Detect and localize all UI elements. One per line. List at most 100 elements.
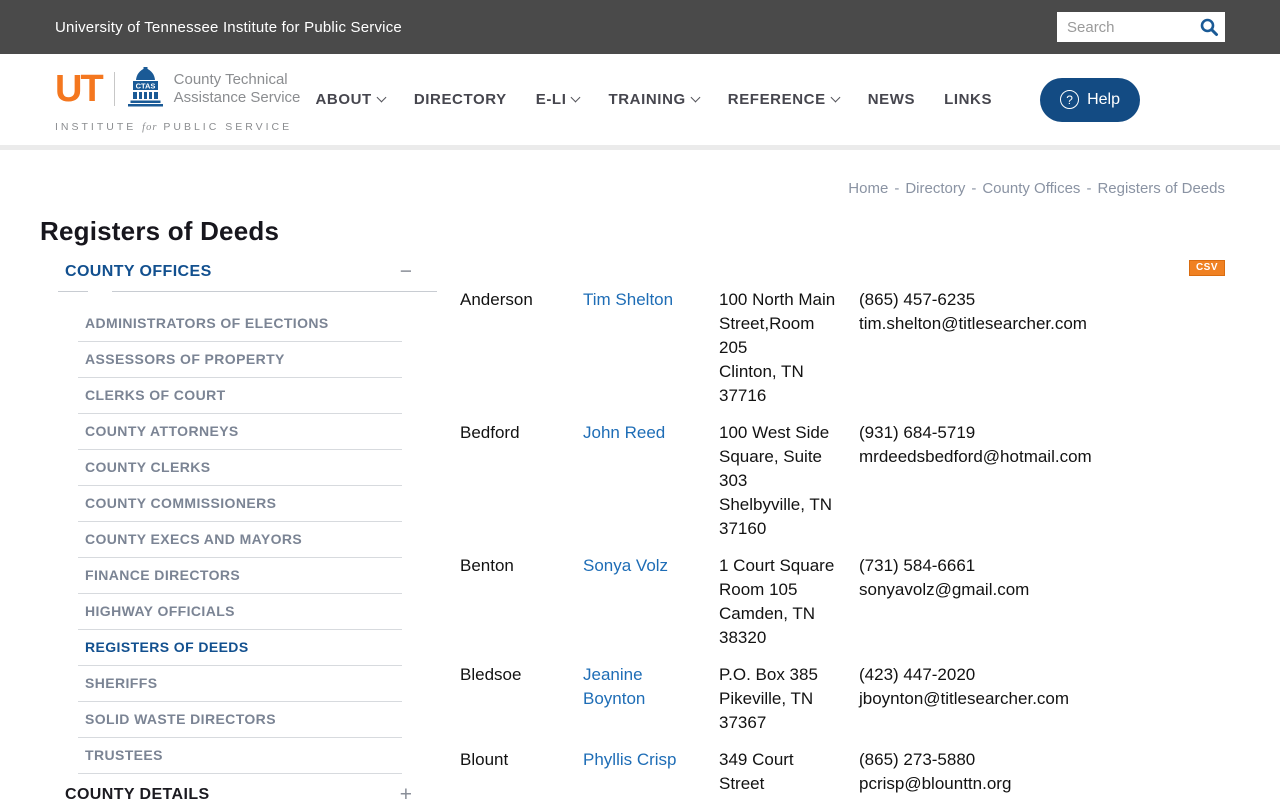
institute-mid: for — [142, 121, 158, 133]
nav-item-training[interactable]: TRAINING — [608, 91, 701, 108]
sidebar-item-administrators-of-elections[interactable]: ADMINISTRATORS OF ELECTIONS — [78, 306, 402, 342]
address-line: 205 — [719, 338, 748, 357]
brand-logo[interactable]: UT CTAS County Technical Assistance Serv… — [55, 66, 301, 133]
search-box[interactable] — [1057, 12, 1225, 42]
county-cell: Blount — [460, 750, 509, 769]
breadcrumb-directory[interactable]: Directory — [905, 180, 965, 197]
search-icon — [1199, 17, 1219, 37]
sidebar-item-registers-of-deeds[interactable]: REGISTERS OF DEEDS — [78, 630, 402, 666]
sidebar-item-clerks-of-court[interactable]: CLERKS OF COURT — [78, 378, 402, 414]
sidebar-item-finance-directors[interactable]: FINANCE DIRECTORS — [78, 558, 402, 594]
official-cell: Tim Shelton — [583, 288, 693, 312]
contact-cell: (865) 273-5880 pcrisp@blounttn.org — [859, 748, 1225, 796]
institute-pre: INSTITUTE — [55, 120, 137, 133]
address-line: Square, Suite — [719, 447, 823, 466]
search-input[interactable] — [1057, 18, 1193, 36]
breadcrumb: Home - Directory - County Offices - Registers … — [40, 180, 1225, 197]
nav-item-about[interactable]: ABOUT — [315, 91, 387, 108]
svg-text:CTAS: CTAS — [135, 81, 155, 90]
table-row: Benton Sonya Volz 1 Court Square Room 10… — [460, 554, 1225, 650]
sidebar-item-assessors-of-property[interactable]: ASSESSORS OF PROPERTY — [78, 342, 402, 378]
address-line: Street,Room — [719, 314, 815, 333]
nav-item-links[interactable]: LINKS — [944, 91, 992, 108]
address-line: Pikeville, TN — [719, 689, 814, 708]
collapse-minus-icon[interactable]: − — [400, 261, 412, 282]
directory-results: CSV Anderson Tim Shelton 100 North Main … — [460, 257, 1225, 800]
address-line: Clinton, TN — [719, 362, 804, 381]
official-cell: John Reed — [583, 421, 693, 445]
address-line: Shelbyville, TN — [719, 495, 833, 514]
sidebar-item-solid-waste-directors[interactable]: SOLID WASTE DIRECTORS — [78, 702, 402, 738]
sidebar: COUNTY OFFICES − ADMINISTRATORS OF ELECT… — [55, 257, 437, 800]
email: jboynton@titlesearcher.com — [859, 689, 1070, 708]
official-link[interactable]: Phyllis Crisp — [583, 750, 677, 769]
sidebar-office-list: ADMINISTRATORS OF ELECTIONS ASSESSORS OF… — [78, 306, 402, 774]
nav-label: E-LI — [535, 91, 567, 108]
official-link[interactable]: Sonya Volz — [583, 556, 668, 575]
primary-nav: ABOUT DIRECTORY E-LI TRAINING REFERENCE … — [315, 77, 1140, 122]
nav-label: ABOUT — [315, 91, 372, 108]
phone: (931) 684-5719 — [859, 423, 976, 442]
nav-label: NEWS — [867, 91, 916, 108]
email: tim.shelton@titlesearcher.com — [859, 314, 1087, 333]
official-link[interactable]: Tim Shelton — [583, 290, 673, 309]
nav-item-directory[interactable]: DIRECTORY — [414, 91, 507, 108]
nav-item-eli[interactable]: E-LI — [535, 91, 581, 108]
breadcrumb-county-offices[interactable]: County Offices — [982, 180, 1080, 197]
sidebar-item-county-attorneys[interactable]: COUNTY ATTORNEYS — [78, 414, 402, 450]
main-header: UT CTAS County Technical Assistance Serv… — [0, 54, 1280, 150]
nav-label: LINKS — [944, 91, 993, 108]
sidebar-item-county-commissioners[interactable]: COUNTY COMMISSIONERS — [78, 486, 402, 522]
contact-cell: (865) 457-6235 tim.shelton@titlesearcher… — [859, 288, 1225, 336]
sidebar-item-highway-officials[interactable]: HIGHWAY OFFICIALS — [78, 594, 402, 630]
breadcrumb-separator: - — [894, 180, 900, 197]
email: sonyavolz@gmail.com — [859, 580, 1030, 599]
csv-export-button[interactable]: CSV — [1188, 260, 1225, 276]
institute-post: PUBLIC SERVICE — [163, 120, 293, 133]
sidebar-item-county-execs-and-mayors[interactable]: COUNTY EXECS AND MAYORS — [78, 522, 402, 558]
help-button[interactable]: ? Help — [1040, 77, 1140, 122]
table-row: Bledsoe Jeanine Boynton P.O. Box 385 Pik… — [460, 663, 1225, 735]
sidebar-item-sheriffs[interactable]: SHERIFFS — [78, 666, 402, 702]
address-line: 37367 — [719, 713, 767, 732]
breadcrumb-separator: - — [1086, 180, 1092, 197]
breadcrumb-home[interactable]: Home — [848, 180, 888, 197]
county-offices-label: COUNTY OFFICES — [65, 263, 212, 280]
org-name: County Technical Assistance Service — [174, 71, 301, 107]
email: pcrisp@blounttn.org — [859, 774, 1012, 793]
address-line: Room 105 — [719, 580, 798, 599]
official-cell: Phyllis Crisp — [583, 748, 693, 772]
official-link[interactable]: John Reed — [583, 423, 665, 442]
address-cell: P.O. Box 385 Pikeville, TN 37367 — [719, 663, 859, 735]
contact-cell: (931) 684-5719 mrdeedsbedford@hotmail.co… — [859, 421, 1225, 469]
sidebar-rule — [55, 291, 437, 292]
address-line: 303 — [719, 471, 748, 490]
chevron-down-icon — [571, 92, 581, 103]
search-submit-button[interactable] — [1193, 12, 1225, 42]
breadcrumb-separator: - — [971, 180, 977, 197]
sidebar-item-county-clerks[interactable]: COUNTY CLERKS — [78, 450, 402, 486]
nav-item-news[interactable]: NEWS — [868, 91, 915, 108]
nav-label: REFERENCE — [727, 91, 826, 108]
county-details-label: COUNTY DETAILS — [65, 786, 210, 800]
nav-item-reference[interactable]: REFERENCE — [727, 91, 841, 108]
site-title: University of Tennessee Institute for Pu… — [55, 18, 402, 36]
official-link[interactable]: Jeanine Boynton — [583, 665, 645, 708]
table-row: Blount Phyllis Crisp 349 Court Street (8… — [460, 748, 1225, 796]
sidebar-item-trustees[interactable]: TRUSTEES — [78, 738, 402, 774]
address-line: 37716 — [719, 386, 767, 405]
ut-logo: UT — [55, 68, 104, 110]
sidebar-section-county-offices[interactable]: COUNTY OFFICES − — [55, 257, 437, 291]
email: mrdeedsbedford@hotmail.com — [859, 447, 1092, 466]
table-row: Anderson Tim Shelton 100 North Main Stre… — [460, 288, 1225, 408]
official-cell: Sonya Volz — [583, 554, 693, 578]
address-line: 37160 — [719, 519, 767, 538]
sidebar-section-county-details[interactable]: COUNTY DETAILS + — [55, 780, 437, 800]
institute-tagline: INSTITUTE for PUBLIC SERVICE — [55, 121, 300, 133]
county-cell: Benton — [460, 556, 514, 575]
phone: (731) 584-6661 — [859, 556, 976, 575]
nav-label: DIRECTORY — [413, 91, 507, 108]
address-line: 1 Court Square — [719, 556, 835, 575]
expand-plus-icon[interactable]: + — [400, 784, 412, 800]
chevron-down-icon — [690, 92, 701, 103]
